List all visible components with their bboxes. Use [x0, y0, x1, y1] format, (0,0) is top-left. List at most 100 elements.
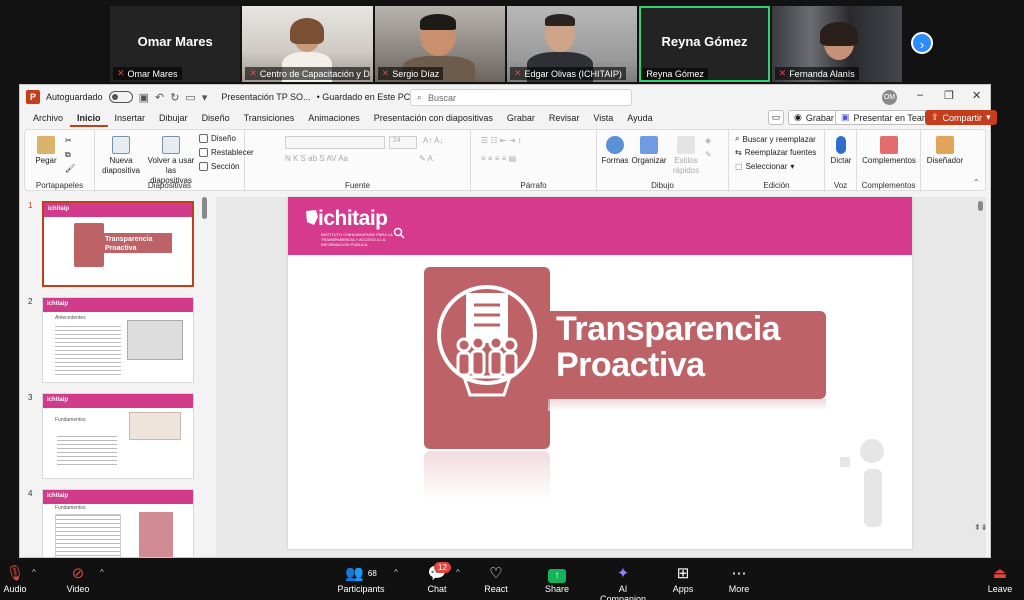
next-page-chevron-icon[interactable]: › [911, 32, 933, 54]
addins-button[interactable]: Complementos [859, 136, 919, 166]
tab-presentacion[interactable]: Presentación con diapositivas [367, 109, 500, 127]
tab-ayuda[interactable]: Ayuda [620, 109, 659, 127]
participant-label: Reyna Gómez [642, 68, 708, 80]
more-button[interactable]: ⋯ More [726, 564, 752, 594]
editing-group-label: Edición [763, 181, 790, 190]
layout-button[interactable]: Diseño [199, 134, 236, 143]
search-input[interactable]: ⌕ Buscar [410, 89, 632, 106]
participants-chevron-icon[interactable]: ^ [394, 568, 398, 577]
share-button[interactable]: ⇪ Compartir ▾ [925, 110, 997, 125]
ai-companion-label: AI Companion [599, 584, 647, 600]
tab-vista[interactable]: Vista [586, 109, 620, 127]
new-slide-button[interactable]: Nueva diapositiva [101, 136, 141, 176]
font-grow-icon[interactable]: A↑ A↓ [423, 136, 443, 145]
tab-inicio[interactable]: Inicio [70, 109, 108, 127]
shapes-button[interactable]: Formas [599, 136, 631, 166]
share-label: Compartir [942, 112, 983, 123]
slide-scrollbar[interactable] [978, 201, 983, 211]
thumbnail-body-text [55, 514, 121, 557]
font-size-select[interactable]: 24 [389, 136, 417, 149]
customize-toolbar-icon[interactable]: ▾ [202, 91, 208, 104]
thumbnails-scrollbar[interactable] [202, 197, 207, 219]
section-label: Sección [211, 162, 240, 171]
mic-muted-icon: ✕ [381, 68, 390, 78]
tab-animaciones[interactable]: Animaciones [301, 109, 367, 127]
save-status[interactable]: • Guardado en Este PC [317, 92, 411, 102]
dictate-button[interactable]: Dictar [827, 136, 855, 166]
comments-icon[interactable]: ▭ [768, 110, 784, 125]
thumbnail-body-text [55, 326, 121, 376]
save-icon[interactable]: ▣ [139, 91, 149, 104]
designer-button[interactable]: Diseñador [923, 136, 967, 166]
user-avatar[interactable]: OM [882, 90, 897, 105]
share-screen-button[interactable]: ↑ Share [540, 564, 574, 594]
copy-icon[interactable]: ⧉ [65, 150, 71, 160]
document-title[interactable]: Presentación TP SO... [221, 92, 310, 102]
tab-transiciones[interactable]: Transiciones [237, 109, 302, 127]
start-slideshow-icon[interactable]: ▭ [185, 91, 195, 104]
close-icon[interactable]: ✕ [972, 89, 981, 102]
present-teams-label: Presentar en Teams [853, 112, 934, 123]
undo-icon[interactable]: ↶ [155, 91, 164, 104]
section-button[interactable]: Sección [199, 162, 239, 171]
video-options-chevron-icon[interactable]: ^ [100, 568, 104, 577]
list-icons[interactable]: ☰ ☷ ⇤ ⇥ ↕ [481, 136, 522, 145]
font-family-select[interactable] [285, 136, 385, 149]
paste-button[interactable]: Pegar [31, 136, 61, 166]
select-button[interactable]: ⬚ Seleccionar ▾ [735, 162, 794, 171]
font-format-icons[interactable]: N K S ab S AV Aa [285, 154, 348, 163]
tab-archivo[interactable]: Archivo [26, 109, 70, 127]
ichitaip-watermark-icon [840, 439, 884, 527]
collapse-ribbon-icon[interactable]: ⌃ [973, 178, 980, 187]
participants-button[interactable]: 👥 68 Participants [334, 564, 388, 594]
reuse-slides-button[interactable]: Volver a usar las diapositivas [145, 136, 197, 186]
participant-tile[interactable]: Omar Mares ✕ Omar Mares [110, 6, 241, 82]
maximize-icon[interactable]: ❐ [944, 89, 954, 102]
chat-chevron-icon[interactable]: ^ [456, 568, 460, 577]
slide-thumbnail[interactable]: ichitaip Fundamentos [42, 489, 194, 557]
tab-revisar[interactable]: Revisar [542, 109, 587, 127]
tab-diseno[interactable]: Diseño [195, 109, 237, 127]
leave-icon: ⏏ [992, 565, 1008, 582]
participant-tile-active-speaker[interactable]: Reyna Gómez Reyna Gómez [639, 6, 770, 82]
record-button[interactable]: ◉ Grabar [788, 110, 840, 125]
participant-tile[interactable]: ✕ Edgar Olivas (ICHITAIP) [506, 6, 638, 82]
leave-button[interactable]: ⏏ Leave [986, 564, 1014, 594]
slide-thumbnail[interactable]: ichitaip Fundamentos [42, 393, 194, 479]
slide-title[interactable]: Transparencia Proactiva [556, 311, 781, 383]
chat-button[interactable]: 💬 12 Chat [422, 562, 452, 594]
cut-icon[interactable]: ✂ [65, 136, 72, 145]
current-slide[interactable]: ichitaip INSTITUTO CHIHUAHUENSE PARA LA … [288, 197, 912, 549]
replace-fonts-button[interactable]: ⇆ Reemplazar fuentes [735, 148, 816, 157]
align-icons[interactable]: ≡ ≡ ≡ ≡ ▤ [481, 154, 516, 163]
slide-thumbnail[interactable]: ichitaip Transparencia Proactiva [42, 201, 194, 287]
video-button[interactable]: ⊘ Video [64, 564, 92, 594]
format-painter-icon[interactable]: 🖌 [65, 164, 75, 173]
tab-insertar[interactable]: Insertar [108, 109, 153, 127]
participant-tile[interactable]: ✕ Fernanda Alanís [771, 6, 902, 82]
redo-icon[interactable]: ↻ [170, 91, 179, 104]
apps-button[interactable]: ⊞ Apps [670, 564, 696, 594]
tab-grabar[interactable]: Grabar [500, 109, 542, 127]
record-icon: ◉ [794, 112, 802, 122]
ai-companion-button[interactable]: ✦ AI Companion [596, 564, 650, 600]
thumbnail-header: ichitaip [43, 394, 193, 408]
slide-thumbnail[interactable]: ichitaip Antecedentes [42, 297, 194, 383]
badge-reflection [424, 451, 550, 501]
tab-dibujar[interactable]: Dibujar [152, 109, 195, 127]
shape-fill-icon[interactable]: ◈ [705, 136, 711, 145]
shape-outline-icon[interactable]: ✎ [705, 150, 712, 159]
font-color-icon[interactable]: ✎ A [419, 154, 433, 163]
participant-tile[interactable]: ✕ Sergio Díaz [374, 6, 505, 82]
audio-options-chevron-icon[interactable]: ^ [32, 568, 36, 577]
arrange-button[interactable]: Organizar [631, 136, 667, 166]
designer-label: Diseñador [926, 156, 964, 165]
react-button[interactable]: ♡ React [480, 564, 512, 594]
quick-styles-button[interactable]: Estilos rápidos [669, 136, 703, 176]
audio-button[interactable]: 🎙 Audio [2, 564, 28, 594]
minimize-icon[interactable]: – [917, 89, 923, 101]
find-button[interactable]: ⌕ Buscar y reemplazar [735, 134, 816, 144]
autosave-toggle[interactable] [108, 91, 133, 103]
participant-tile[interactable]: ✕ Centro de Capacitación y De... [242, 6, 373, 82]
scroll-arrows-icon[interactable]: ⇞⇟ [974, 523, 987, 532]
